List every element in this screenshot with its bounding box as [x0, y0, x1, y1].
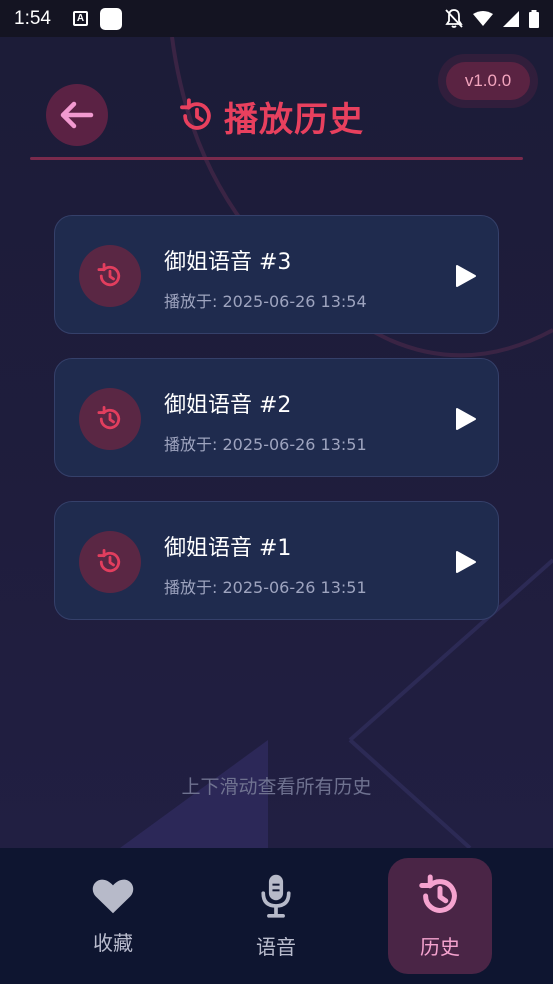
heart-icon	[92, 879, 134, 913]
status-bar: 1:54 A	[0, 0, 553, 37]
play-icon[interactable]	[455, 550, 477, 574]
wifi-icon	[473, 10, 493, 26]
history-item-title: 御姐语音 #3	[164, 250, 292, 275]
back-button[interactable]	[46, 84, 108, 146]
notifications-off-icon	[445, 8, 463, 28]
microphone-icon	[261, 874, 291, 918]
nav-item-history[interactable]: 历史	[388, 858, 492, 974]
history-item-icon	[79, 388, 141, 450]
nav-label: 收藏	[93, 930, 133, 955]
history-item[interactable]: 御姐语音 #1 播放于: 2025-06-26 13:51	[54, 501, 499, 620]
play-icon[interactable]	[455, 264, 477, 288]
history-item-icon	[79, 531, 141, 593]
nav-item-voice[interactable]: 语音	[224, 858, 328, 974]
signal-icon	[503, 10, 519, 27]
arrow-left-icon	[60, 101, 94, 129]
history-icon	[97, 549, 121, 573]
history-icon	[97, 263, 121, 287]
history-item-title: 御姐语音 #2	[164, 393, 292, 418]
history-item-time: 播放于: 2025-06-26 13:54	[164, 292, 367, 311]
history-item-time: 播放于: 2025-06-26 13:51	[164, 435, 367, 454]
nav-label: 历史	[420, 934, 460, 959]
header-divider	[30, 157, 523, 160]
accessibility-notification-icon: A	[72, 11, 88, 26]
scroll-hint: 上下滑动查看所有历史	[181, 776, 372, 798]
version-badge: v1.0.0	[446, 62, 530, 100]
history-icon	[419, 874, 457, 913]
history-icon	[180, 98, 211, 130]
history-item-title: 御姐语音 #1	[164, 536, 292, 561]
history-list: 御姐语音 #3 播放于: 2025-06-26 13:54 御姐语音 #2 播放…	[54, 215, 499, 644]
history-item[interactable]: 御姐语音 #3 播放于: 2025-06-26 13:54	[54, 215, 499, 334]
play-icon[interactable]	[455, 407, 477, 431]
nav-label: 语音	[256, 934, 296, 959]
page-title: 播放历史	[224, 99, 364, 140]
history-icon	[97, 406, 121, 430]
status-time: 1:54	[14, 7, 51, 29]
history-item-time: 播放于: 2025-06-26 13:51	[164, 578, 367, 597]
bottom-nav: 收藏 语音 历史	[0, 848, 553, 984]
page-title-group: 播放历史	[178, 92, 364, 140]
battery-icon	[529, 9, 539, 28]
app-notification-icon	[99, 7, 122, 30]
history-item-icon	[79, 245, 141, 307]
history-item[interactable]: 御姐语音 #2 播放于: 2025-06-26 13:51	[54, 358, 499, 477]
nav-item-favorites[interactable]: 收藏	[61, 858, 165, 974]
